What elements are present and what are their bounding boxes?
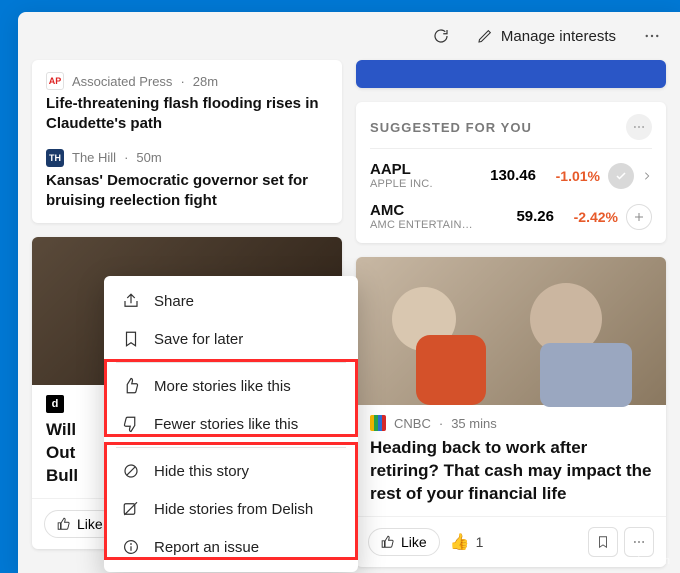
timestamp: 35 mins [451, 416, 497, 431]
manage-interests-label: Manage interests [501, 28, 616, 45]
menu-label: Fewer stories like this [154, 416, 298, 433]
headlines-card: AP Associated Press · 28m Life-threateni… [32, 60, 342, 223]
menu-label: Report an issue [154, 539, 259, 556]
thumb-up-icon [57, 517, 71, 531]
suggested-heading: SUGGESTED FOR YOU [370, 120, 532, 135]
news-panel: Manage interests AP Associated Press · 2… [18, 12, 680, 573]
stock-row[interactable]: AAPL APPLE INC. 130.46 -1.01% [370, 155, 652, 196]
dot: · [180, 74, 184, 89]
menu-more-like-this[interactable]: More stories like this [104, 367, 358, 405]
source-badge-ap: AP [46, 72, 64, 90]
story-thumbnail [356, 257, 666, 405]
story-card-right[interactable]: CNBC · 35 mins Heading back to work afte… [356, 257, 666, 567]
info-icon [122, 538, 140, 556]
context-menu: Share Save for later More stories like t… [104, 276, 358, 572]
thumb-down-icon [122, 415, 140, 433]
stock-symbol: AMC [370, 202, 486, 219]
more-button[interactable] [634, 18, 670, 54]
chevron-right-icon [642, 171, 652, 181]
news-item[interactable]: TH The Hill · 50m Kansas' Democratic gov… [46, 149, 328, 212]
menu-separator [116, 447, 346, 448]
bookmark-icon [122, 330, 140, 348]
menu-label: More stories like this [154, 378, 291, 395]
timestamp: 28m [193, 74, 218, 89]
block-icon [122, 462, 140, 480]
dot: · [439, 416, 443, 431]
share-icon [122, 292, 140, 310]
card-more-button[interactable] [624, 527, 654, 557]
toolbar: Manage interests [18, 12, 680, 60]
stock-price: 59.26 [494, 208, 554, 225]
suggested-card: SUGGESTED FOR YOU AAPL APPLE INC. 130.46… [356, 102, 666, 243]
stock-change: -1.01% [544, 168, 600, 184]
watch-add-button[interactable] [626, 204, 652, 230]
source-name: The Hill [72, 150, 116, 165]
dot: · [124, 150, 128, 165]
reaction-count[interactable]: 👍 1 [450, 532, 484, 552]
more-icon [632, 120, 646, 134]
watermark: wsxdn.com [615, 555, 670, 567]
timestamp: 50m [136, 150, 161, 165]
refresh-icon [432, 27, 450, 45]
story-title: Heading back to work after retiring? Tha… [370, 437, 652, 506]
stock-change: -2.42% [562, 209, 618, 225]
refresh-button[interactable] [423, 18, 459, 54]
plus-icon [633, 211, 645, 223]
stock-company: APPLE INC. [370, 178, 468, 190]
source-name: Associated Press [72, 74, 172, 89]
like-button[interactable]: Like [368, 528, 440, 556]
suggested-more-button[interactable] [626, 114, 652, 140]
menu-label: Share [154, 293, 194, 310]
like-label: Like [77, 516, 103, 532]
menu-label: Save for later [154, 331, 243, 348]
stock-company: AMC ENTERTAIN… [370, 219, 486, 231]
like-label: Like [401, 534, 427, 550]
news-item[interactable]: AP Associated Press · 28m Life-threateni… [46, 72, 328, 135]
headline: Life-threatening flash flooding rises in… [46, 94, 328, 135]
check-icon [615, 170, 627, 182]
thumb-up-icon [381, 535, 395, 549]
source-badge-thehill: TH [46, 149, 64, 167]
menu-label: Hide this story [154, 463, 249, 480]
source-name: CNBC [394, 416, 431, 431]
save-button[interactable] [588, 527, 618, 557]
menu-separator [116, 362, 346, 363]
bookmark-icon [596, 535, 610, 549]
thumb-emoji-icon: 👍 [450, 532, 470, 552]
menu-report-issue[interactable]: Report an issue [104, 528, 358, 566]
menu-hide-source[interactable]: Hide stories from Delish [104, 490, 358, 528]
blue-banner[interactable] [356, 60, 666, 88]
watch-check-button[interactable] [608, 163, 634, 189]
mute-source-icon [122, 500, 140, 518]
menu-label: Hide stories from Delish [154, 501, 313, 518]
stock-symbol: AAPL [370, 161, 468, 178]
thumb-up-icon [122, 377, 140, 395]
manage-interests-button[interactable]: Manage interests [467, 22, 626, 51]
headline: Kansas' Democratic governor set for brui… [46, 171, 328, 212]
menu-fewer-like-this[interactable]: Fewer stories like this [104, 405, 358, 443]
stock-row[interactable]: AMC AMC ENTERTAIN… 59.26 -2.42% [370, 196, 652, 237]
source-badge-cnbc [370, 415, 386, 431]
more-icon [632, 535, 646, 549]
more-icon [643, 27, 661, 45]
pencil-icon [477, 28, 493, 44]
stock-price: 130.46 [476, 167, 536, 184]
menu-save-later[interactable]: Save for later [104, 320, 358, 358]
source-badge-delish: d [46, 395, 64, 413]
menu-share[interactable]: Share [104, 282, 358, 320]
menu-hide-story[interactable]: Hide this story [104, 452, 358, 490]
